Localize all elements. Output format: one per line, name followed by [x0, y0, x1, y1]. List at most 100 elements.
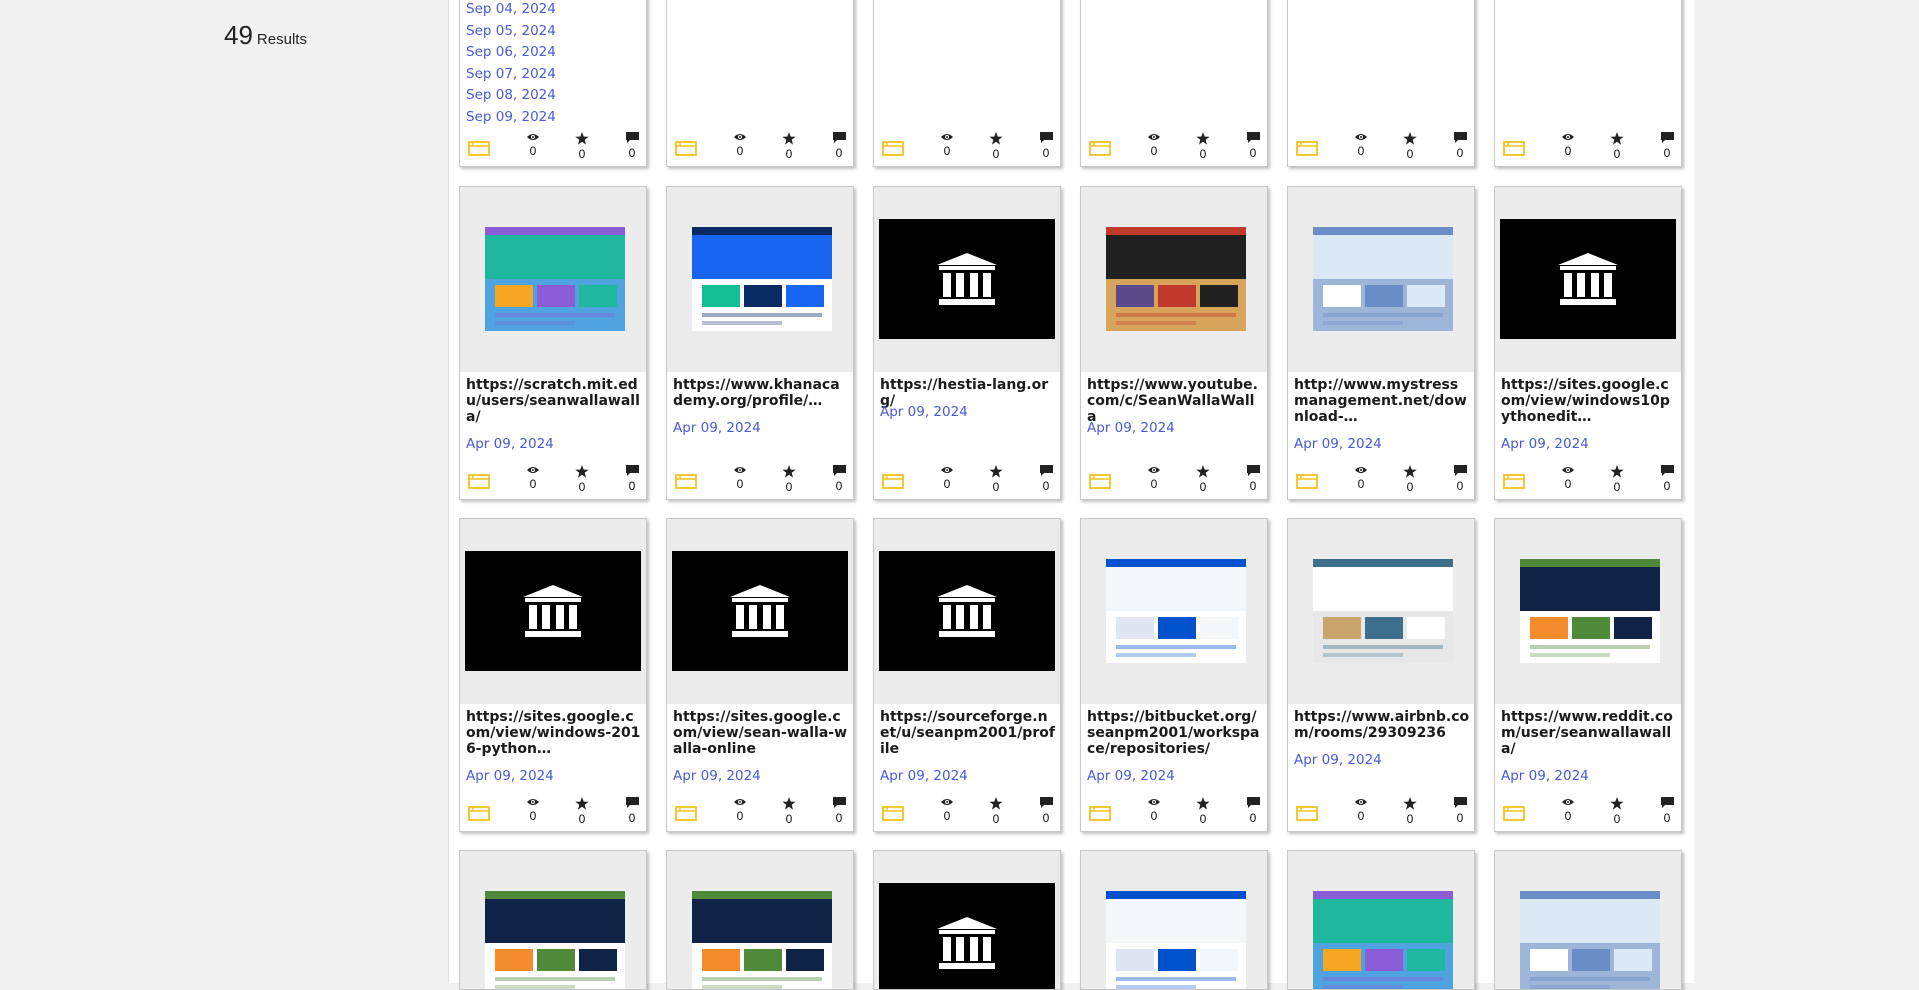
- thumbnail-area[interactable]: [1288, 851, 1474, 989]
- result-card[interactable]: https://sites.google.com/view/windows10p…: [1494, 186, 1682, 500]
- result-card[interactable]: Sep 04, 2024 Sep 05, 2024 Sep 06, 2024 Sep …: [459, 0, 647, 167]
- thumbnail-area[interactable]: [1495, 851, 1681, 989]
- result-card[interactable]: https://www.reddit.com/user/seanwallawal…: [1494, 518, 1682, 832]
- eye-icon: [1355, 134, 1367, 140]
- result-card[interactable]: [1287, 850, 1475, 990]
- thumbnail-area[interactable]: [1081, 187, 1267, 372]
- capture-url[interactable]: https://scratch.mit.edu/users/seanwallaw…: [466, 377, 642, 425]
- capture-date-link[interactable]: Sep 05, 2024: [466, 21, 556, 43]
- capture-thumbnail[interactable]: [1520, 559, 1660, 663]
- thumbnail-area[interactable]: [1288, 187, 1474, 372]
- result-card[interactable]: [459, 850, 647, 990]
- thumbnail-area[interactable]: [1288, 519, 1474, 704]
- favorites-count: 0: [1199, 480, 1207, 494]
- thumbnail-area[interactable]: [667, 851, 853, 989]
- capture-thumbnail[interactable]: [1106, 559, 1246, 663]
- result-card[interactable]: https://hestia-lang.org/Apr 09, 2024 0 0 0: [873, 186, 1061, 500]
- result-card[interactable]: 0 0 0: [1494, 0, 1682, 167]
- capture-date[interactable]: Apr 09, 2024: [466, 768, 554, 784]
- capture-date-link[interactable]: Sep 08, 2024: [466, 85, 556, 107]
- thumbnail-area[interactable]: [460, 851, 646, 989]
- thumbnail-area[interactable]: [874, 187, 1060, 372]
- capture-date[interactable]: Apr 09, 2024: [673, 420, 761, 436]
- capture-thumbnail[interactable]: [672, 551, 848, 671]
- capture-thumbnail[interactable]: [692, 891, 832, 989]
- result-card[interactable]: [873, 850, 1061, 990]
- comment-icon: [1453, 132, 1467, 143]
- result-card[interactable]: https://bitbucket.org/seanpm2001/workspa…: [1080, 518, 1268, 832]
- result-card[interactable]: 0 0 0: [1287, 0, 1475, 167]
- thumbnail-area[interactable]: [1495, 519, 1681, 704]
- result-card[interactable]: http://www.mystressmanagement.net/downlo…: [1287, 186, 1475, 500]
- star-icon: [1610, 465, 1624, 478]
- capture-url[interactable]: https://sites.google.com/view/windows-20…: [466, 709, 642, 757]
- result-card[interactable]: [1494, 850, 1682, 990]
- capture-url[interactable]: https://www.youtube.com/c/SeanWallaWalla: [1087, 377, 1263, 425]
- web-archive-icon: [1089, 474, 1111, 489]
- capture-thumbnail[interactable]: [879, 883, 1055, 989]
- capture-thumbnail[interactable]: [879, 551, 1055, 671]
- capture-url[interactable]: https://sites.google.com/view/windows10p…: [1501, 377, 1677, 425]
- capture-date-link[interactable]: Sep 06, 2024: [466, 42, 556, 64]
- result-card[interactable]: [666, 850, 854, 990]
- result-card[interactable]: https://scratch.mit.edu/users/seanwallaw…: [459, 186, 647, 500]
- thumbnail-area[interactable]: [667, 187, 853, 372]
- thumbnail-area[interactable]: [874, 851, 1060, 989]
- capture-thumbnail[interactable]: [485, 227, 625, 331]
- eye-icon: [734, 467, 746, 473]
- capture-thumbnail[interactable]: [1313, 559, 1453, 663]
- thumbnail-area[interactable]: [1495, 187, 1681, 372]
- thumbnail-area[interactable]: [1081, 851, 1267, 989]
- result-card[interactable]: https://www.youtube.com/c/SeanWallaWalla…: [1080, 186, 1268, 500]
- capture-url[interactable]: https://www.airbnb.com/rooms/29309236: [1294, 709, 1470, 741]
- thumbnail-area[interactable]: [874, 519, 1060, 704]
- capture-thumbnail[interactable]: [465, 551, 641, 671]
- capture-date[interactable]: Apr 09, 2024: [1294, 752, 1382, 768]
- capture-date-link[interactable]: Sep 04, 2024: [466, 0, 556, 21]
- capture-date[interactable]: Apr 09, 2024: [880, 404, 968, 420]
- favorites-count: 0: [1613, 480, 1621, 494]
- result-card[interactable]: https://sites.google.com/view/windows-20…: [459, 518, 647, 832]
- result-card[interactable]: 0 0 0: [873, 0, 1061, 167]
- result-card[interactable]: https://sites.google.com/view/sean-walla…: [666, 518, 854, 832]
- capture-date[interactable]: Apr 09, 2024: [1501, 768, 1589, 784]
- capture-date-link[interactable]: Sep 09, 2024: [466, 107, 556, 129]
- capture-thumbnail[interactable]: [1520, 891, 1660, 989]
- capture-thumbnail[interactable]: [879, 219, 1055, 339]
- capture-date[interactable]: Apr 09, 2024: [1501, 436, 1589, 452]
- capture-date[interactable]: Apr 09, 2024: [466, 436, 554, 452]
- capture-thumbnail[interactable]: [692, 227, 832, 331]
- capture-url[interactable]: https://sourceforge.net/u/seanpm2001/pro…: [880, 709, 1056, 757]
- capture-thumbnail[interactable]: [1106, 891, 1246, 989]
- thumbnail-area[interactable]: [667, 519, 853, 704]
- capture-url[interactable]: https://bitbucket.org/seanpm2001/workspa…: [1087, 709, 1263, 757]
- star-icon: [1403, 132, 1417, 145]
- capture-date[interactable]: Apr 09, 2024: [1294, 436, 1382, 452]
- capture-date[interactable]: Apr 09, 2024: [1087, 768, 1175, 784]
- capture-url[interactable]: https://sites.google.com/view/sean-walla…: [673, 709, 849, 757]
- capture-url[interactable]: http://www.mystressmanagement.net/downlo…: [1294, 377, 1470, 425]
- capture-thumbnail[interactable]: [485, 891, 625, 989]
- comments-stat: 0: [1448, 465, 1472, 493]
- capture-url[interactable]: https://www.khanacademy.org/profile/…: [673, 377, 849, 409]
- capture-thumbnail[interactable]: [1313, 227, 1453, 331]
- result-card[interactable]: [1080, 850, 1268, 990]
- result-card[interactable]: https://sourceforge.net/u/seanpm2001/pro…: [873, 518, 1061, 832]
- comments-stat: 0: [827, 465, 851, 493]
- result-card[interactable]: 0 0 0: [1080, 0, 1268, 167]
- thumbnail-area[interactable]: [460, 187, 646, 372]
- capture-date[interactable]: Apr 09, 2024: [880, 768, 968, 784]
- capture-thumbnail[interactable]: [1313, 891, 1453, 989]
- capture-thumbnail[interactable]: [1106, 227, 1246, 331]
- result-card[interactable]: https://www.khanacademy.org/profile/… Apr…: [666, 186, 854, 500]
- result-card[interactable]: 0 0 0: [666, 0, 854, 167]
- result-card[interactable]: https://www.airbnb.com/rooms/29309236 Apr…: [1287, 518, 1475, 832]
- capture-thumbnail[interactable]: [1500, 219, 1676, 339]
- capture-date[interactable]: Apr 09, 2024: [673, 768, 761, 784]
- capture-date[interactable]: Apr 09, 2024: [1087, 420, 1175, 436]
- capture-date-link[interactable]: Sep 07, 2024: [466, 64, 556, 86]
- capture-url[interactable]: https://www.reddit.com/user/seanwallawal…: [1501, 709, 1677, 757]
- thumbnail-area[interactable]: [1081, 519, 1267, 704]
- comment-icon: [1039, 797, 1053, 808]
- thumbnail-area[interactable]: [460, 519, 646, 704]
